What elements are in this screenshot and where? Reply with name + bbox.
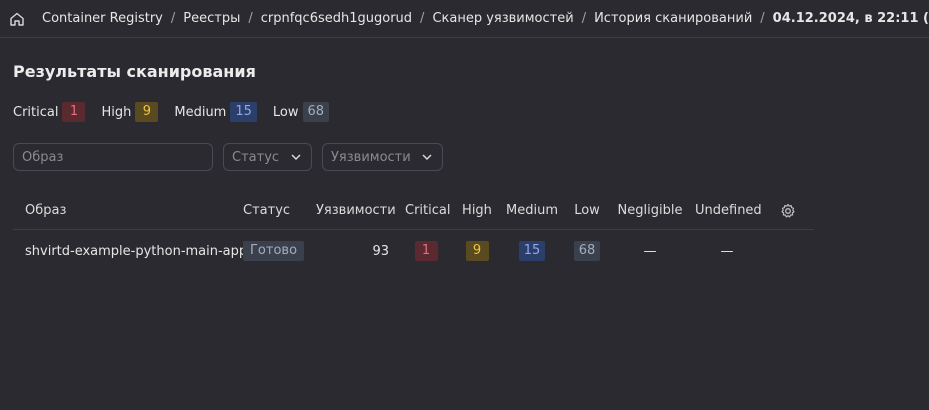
row-vulns-total: 93 — [372, 243, 389, 259]
row-high: 9 — [461, 241, 493, 261]
summary-low-count: 68 — [302, 102, 330, 122]
column-header-low[interactable]: Low — [571, 203, 603, 218]
scan-results-table: Образ Статус Уязвимости Critical High Me… — [13, 192, 814, 272]
column-header-high[interactable]: High — [461, 203, 493, 218]
column-header-critical[interactable]: Critical — [405, 203, 450, 218]
row-critical-count: 1 — [414, 241, 438, 261]
row-low: 68 — [571, 241, 603, 261]
summary-low-label: Low — [272, 104, 299, 120]
chevron-down-icon — [420, 150, 434, 164]
summary-high-label: High — [101, 104, 132, 120]
summary-critical: Critical 1 — [13, 102, 86, 122]
vulns-filter-select[interactable]: Уязвимости — [322, 143, 443, 171]
row-high-count: 9 — [465, 241, 489, 261]
summary-critical-count: 1 — [62, 102, 86, 122]
column-header-negligible[interactable]: Negligible — [617, 203, 683, 218]
table-header: Образ Статус Уязвимости Critical High Me… — [13, 192, 814, 230]
summary-medium: Medium 15 — [174, 102, 257, 122]
row-status: Готово — [243, 241, 305, 261]
summary-medium-label: Medium — [174, 104, 227, 120]
summary-critical-label: Critical — [13, 104, 59, 120]
column-header-medium[interactable]: Medium — [506, 203, 558, 218]
breadcrumb-separator: / — [420, 11, 425, 26]
page-title: Результаты сканирования — [13, 62, 256, 81]
column-header-undefined[interactable]: Undefined — [695, 203, 762, 218]
column-header-status[interactable]: Статус — [243, 203, 290, 218]
column-header-image[interactable]: Образ — [25, 203, 66, 218]
gear-icon[interactable] — [779, 203, 797, 219]
summary-high: High 9 — [101, 102, 159, 122]
breadcrumb-registries[interactable]: Реестры — [183, 11, 240, 26]
filters: Образ Статус Уязвимости — [13, 143, 443, 171]
image-filter-placeholder: Образ — [22, 149, 64, 165]
breadcrumb-separator: / — [248, 11, 253, 26]
image-filter-input[interactable]: Образ — [13, 143, 213, 171]
chevron-down-icon — [289, 150, 303, 164]
summary-medium-count: 15 — [230, 102, 257, 122]
breadcrumb-separator: / — [581, 11, 587, 26]
row-medium-count: 15 — [518, 241, 546, 261]
summary-low: Low 68 — [272, 102, 330, 122]
status-filter-select[interactable]: Статус — [223, 143, 312, 171]
home-icon[interactable] — [9, 10, 25, 28]
breadcrumb-separator: / — [760, 11, 765, 26]
breadcrumb-container-registry[interactable]: Container Registry — [42, 11, 163, 26]
breadcrumb: Container Registry / Реестры / crpnfqc6s… — [0, 0, 929, 38]
breadcrumb-vuln-scanner[interactable]: Сканер уязвимостей — [432, 11, 573, 26]
column-header-vulns[interactable]: Уязвимости — [316, 203, 396, 218]
summary-high-count: 9 — [135, 102, 159, 122]
row-image-name[interactable]: shvirtd-example-python-main-app — [25, 244, 247, 259]
row-negligible: — — [643, 243, 657, 259]
table-row[interactable]: shvirtd-example-python-main-app Готово 9… — [13, 230, 814, 272]
breadcrumb-scan-history[interactable]: История сканирований — [594, 11, 752, 26]
severity-summary: Critical 1 High 9 Medium 15 Low 68 — [13, 102, 345, 122]
vulns-filter-label: Уязвимости — [331, 149, 411, 165]
breadcrumb-separator: / — [170, 11, 176, 26]
row-critical: 1 — [405, 241, 447, 261]
row-low-count: 68 — [573, 241, 601, 261]
row-undefined: — — [720, 243, 734, 259]
status-filter-label: Статус — [232, 149, 280, 165]
row-medium: 15 — [506, 241, 558, 261]
breadcrumb-current-scan: 04.12.2024, в 22:11 (вручную) — [772, 11, 929, 26]
status-badge: Готово — [243, 241, 305, 261]
breadcrumb-registry-id[interactable]: crpnfqc6sedh1gugorud — [261, 11, 412, 26]
